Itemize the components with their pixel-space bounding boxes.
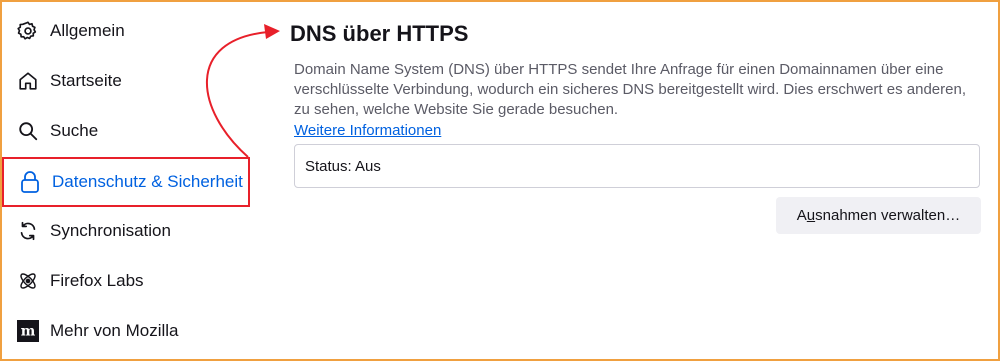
button-label-accesskey: u <box>806 207 816 224</box>
labs-icon <box>16 269 40 293</box>
sidebar-item-label: Startseite <box>50 71 122 90</box>
svg-text:m: m <box>21 324 36 340</box>
sync-icon <box>16 219 40 243</box>
sidebar-item-label: Synchronisation <box>50 221 171 240</box>
sidebar-item-label: Firefox Labs <box>50 271 144 290</box>
button-label-prefix: A <box>796 207 807 224</box>
sidebar-item-label: Datenschutz & Sicherheit <box>52 172 243 191</box>
search-icon <box>16 119 40 143</box>
button-label-suffix: snahmen verwalten… <box>815 207 961 224</box>
sidebar: Allgemein Startseite Suche Datenschutz &… <box>0 0 255 361</box>
sidebar-item-mehr-von-mozilla[interactable]: m Mehr von Mozilla <box>2 308 250 354</box>
status-text: Status: Aus <box>305 157 381 175</box>
lock-icon <box>18 170 42 194</box>
sidebar-item-synchronisation[interactable]: Synchronisation <box>2 208 250 254</box>
main-content: DNS über HTTPS Domain Name System (DNS) … <box>290 18 982 188</box>
mozilla-icon: m <box>16 319 40 343</box>
sidebar-item-startseite[interactable]: Startseite <box>2 58 250 104</box>
sidebar-item-suche[interactable]: Suche <box>2 108 250 154</box>
description-text: Domain Name System (DNS) über HTTPS send… <box>294 61 966 118</box>
sidebar-item-label: Mehr von Mozilla <box>50 321 179 340</box>
sidebar-item-firefox-labs[interactable]: Firefox Labs <box>2 258 250 304</box>
home-icon <box>16 69 40 93</box>
sidebar-item-label: Allgemein <box>50 21 125 40</box>
page-title: DNS über HTTPS <box>290 21 469 46</box>
sidebar-item-allgemein[interactable]: Allgemein <box>2 8 250 54</box>
status-box: Status: Aus <box>294 144 980 188</box>
sidebar-item-datenschutz[interactable]: Datenschutz & Sicherheit <box>2 157 250 207</box>
manage-exceptions-button[interactable]: Au snahmen verwalten… <box>776 197 981 234</box>
learn-more-link[interactable]: Weitere Informationen <box>294 122 441 139</box>
gear-icon <box>16 19 40 43</box>
sidebar-item-label: Suche <box>50 121 99 140</box>
